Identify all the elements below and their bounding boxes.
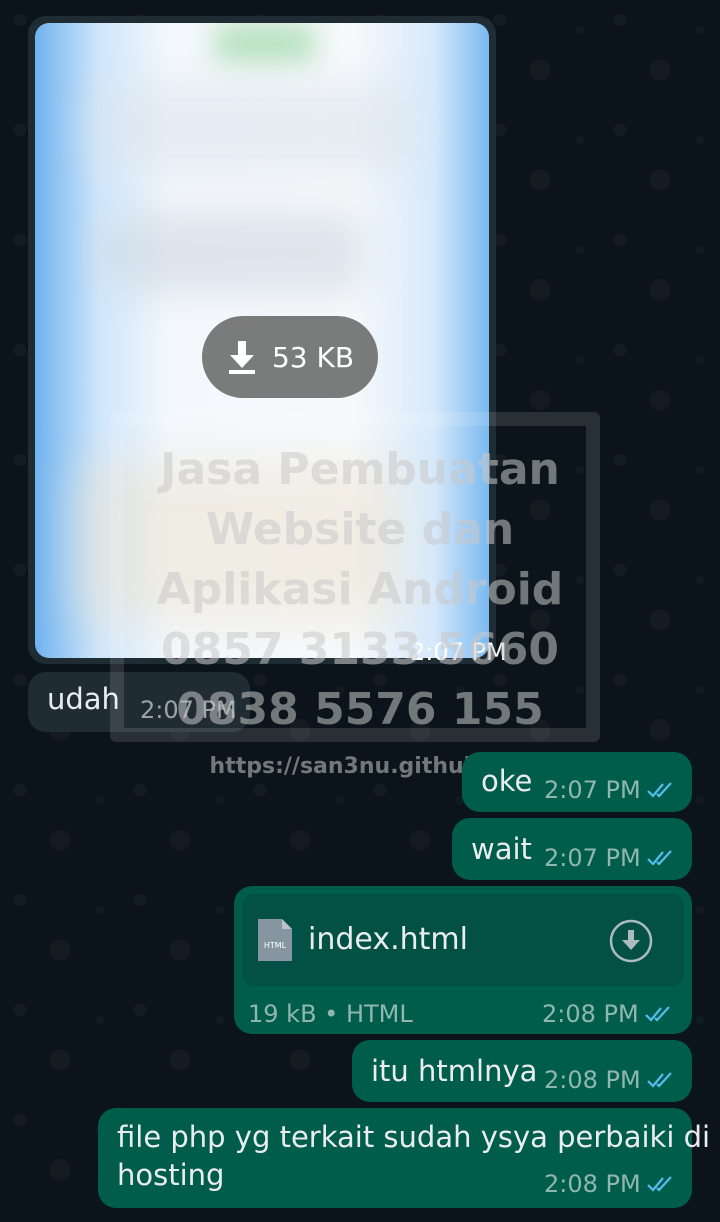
file-meta: 19 kB • HTML [248, 1000, 413, 1028]
read-ticks-icon [646, 1072, 672, 1088]
message-time: 2:08 PM [542, 1000, 675, 1028]
image-message[interactable]: 53 KB 2:07 PM [28, 16, 507, 666]
message-file-php[interactable]: file php yg terkait sudah ysya perbaiki … [98, 1108, 710, 1208]
download-icon [228, 341, 255, 374]
message-text: oke [481, 764, 533, 798]
message-time: 2:07 PM [544, 776, 677, 804]
download-size: 53 KB [271, 340, 355, 374]
message-udah[interactable]: udah 2:07 PM [28, 672, 250, 732]
message-time: 2:07 PM [544, 844, 677, 872]
message-text-line: file php yg terkait sudah ysya perbaiki … [117, 1120, 711, 1154]
chat-area[interactable]: 53 KB 2:07 PM udah 2:07 PM Jasa Pembuata… [0, 0, 720, 1222]
read-ticks-icon [646, 1176, 672, 1192]
html-file-icon: HTML [258, 919, 292, 961]
file-name: index.html [308, 922, 468, 957]
read-ticks-icon [646, 850, 672, 866]
download-circle-icon[interactable] [608, 918, 654, 964]
message-wait[interactable]: wait 2:07 PM [452, 818, 692, 880]
image-download-button[interactable]: 53 KB [202, 316, 378, 398]
file-message[interactable]: HTML index.html 19 kB • HTML 2:08 PM [234, 886, 692, 1034]
read-ticks-icon [644, 1006, 670, 1022]
message-text-line: hosting [117, 1158, 225, 1192]
message-text: wait [471, 832, 532, 866]
message-time: 2:07 PM [410, 638, 507, 666]
message-oke[interactable]: oke 2:07 PM [462, 752, 692, 812]
message-text: itu htmlnya [371, 1054, 538, 1088]
message-time: 2:08 PM [544, 1170, 677, 1198]
file-attachment[interactable]: HTML index.html [242, 894, 684, 986]
message-time: 2:08 PM [544, 1066, 677, 1094]
message-itu-htmlnya[interactable]: itu htmlnya 2:08 PM [352, 1040, 692, 1102]
file-type-label: HTML [264, 941, 287, 950]
read-ticks-icon [646, 782, 672, 798]
message-time: 2:07 PM [140, 696, 237, 724]
message-text: udah [47, 682, 120, 716]
